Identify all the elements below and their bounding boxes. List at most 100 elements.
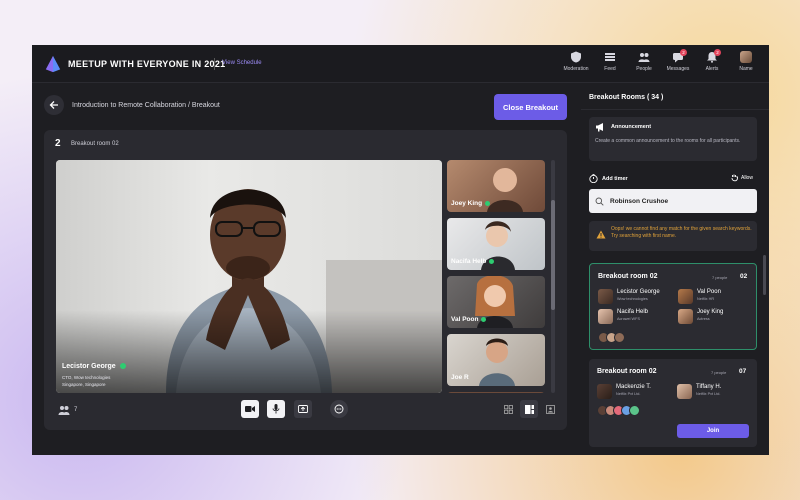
avatar bbox=[678, 309, 693, 324]
thumbnail-name-text: Val Poon bbox=[451, 316, 479, 323]
member-name: Joey King bbox=[697, 309, 724, 315]
warning-text: Oops! we cannot find any match for the g… bbox=[611, 226, 752, 239]
nav-feed[interactable]: Feed bbox=[595, 51, 625, 72]
room-number: 2 bbox=[55, 138, 61, 149]
close-breakout-button[interactable]: Close Breakout bbox=[494, 94, 567, 120]
thumbnail-tile[interactable]: Joe R bbox=[447, 334, 545, 386]
grid-view-button[interactable] bbox=[499, 400, 517, 418]
presenter-icon bbox=[545, 404, 555, 414]
divider bbox=[214, 58, 215, 70]
announcement-text: Create a common announcement to the room… bbox=[595, 138, 741, 144]
no-match-warning: Oops! we cannot find any match for the g… bbox=[589, 221, 757, 251]
nav-profile[interactable]: Name bbox=[731, 51, 761, 72]
share-screen-button[interactable] bbox=[294, 400, 312, 418]
participant-count-value: 7 bbox=[74, 407, 78, 413]
search-field[interactable] bbox=[589, 189, 757, 213]
room-card-title: Breakout room 02 bbox=[597, 368, 657, 375]
main-video[interactable]: Lecistor George CTO, Wow technologies Si… bbox=[56, 160, 442, 393]
nav-people[interactable]: People bbox=[629, 51, 659, 72]
thumbnail-tile[interactable]: Val Poon bbox=[447, 276, 545, 328]
nav-moderation[interactable]: Moderation bbox=[561, 51, 591, 72]
add-timer-label: Add timer bbox=[602, 175, 628, 182]
speaker-name: Lecistor George bbox=[62, 363, 126, 370]
top-navigation: Moderation Feed People 2 Messages 2 Aler… bbox=[561, 49, 761, 72]
fullscreen-view-button[interactable] bbox=[541, 400, 559, 418]
grid-icon bbox=[503, 404, 513, 414]
nav-label: Feed bbox=[604, 66, 616, 72]
room-card[interactable]: Breakout room 02 7 people 02 Lecistor Ge… bbox=[589, 263, 757, 350]
nav-messages[interactable]: 2 Messages bbox=[663, 49, 693, 72]
participant-count[interactable]: 7 bbox=[58, 405, 77, 415]
announcement-title: Announcement bbox=[611, 124, 652, 130]
thumbnail-name: Nacifa Helb bbox=[451, 258, 495, 265]
people-icon bbox=[58, 406, 70, 415]
app-window: MEETUP WITH EVERYONE IN 2021 View Schedu… bbox=[32, 45, 769, 455]
alerts-badge: 2 bbox=[714, 49, 721, 56]
shield-icon bbox=[571, 51, 581, 63]
back-button[interactable] bbox=[44, 95, 64, 115]
speaking-indicator-icon bbox=[489, 258, 495, 264]
speaker-view-button[interactable] bbox=[520, 400, 538, 418]
member-name: Lecistor George bbox=[617, 289, 660, 295]
member-name: Val Poon bbox=[697, 289, 721, 295]
megaphone-icon bbox=[596, 123, 603, 132]
member-name: Mackenzie T. bbox=[616, 384, 651, 390]
avatar bbox=[678, 289, 693, 304]
thumbnail-name: Val Poon bbox=[451, 316, 487, 323]
member-company: Actress bbox=[697, 317, 710, 321]
join-button[interactable]: Join bbox=[677, 424, 749, 438]
member-company: Netflix Pvt Ltd. bbox=[696, 392, 721, 396]
video-camera-icon bbox=[245, 406, 255, 412]
thumbnail-tile[interactable] bbox=[447, 392, 545, 393]
chat-button[interactable] bbox=[330, 400, 348, 418]
search-input[interactable] bbox=[610, 197, 750, 205]
sidebar-title: Breakout Rooms ( 34 ) bbox=[589, 94, 664, 101]
sidebar-scrollbar[interactable] bbox=[763, 255, 766, 295]
avatar bbox=[598, 289, 613, 304]
room-member: Nacifa Helb Acrowel WFS bbox=[598, 309, 648, 324]
speaker-location: Singapore, Singapore bbox=[62, 381, 106, 387]
room-people-count: 7 people bbox=[711, 370, 727, 375]
member-company: Netflix HR bbox=[697, 297, 715, 301]
avatar bbox=[740, 51, 752, 63]
room-card[interactable]: Breakout room 02 7 people 07 Mackenzie T… bbox=[589, 359, 757, 447]
allow-toggle[interactable]: Allow bbox=[731, 174, 753, 182]
microphone-button[interactable] bbox=[267, 400, 285, 418]
avatar bbox=[598, 309, 613, 324]
nav-alerts[interactable]: 2 Alerts bbox=[697, 49, 727, 72]
room-member: Mackenzie T. Netflix Pvt Ltd. bbox=[597, 384, 651, 399]
scrollbar-thumb[interactable] bbox=[551, 200, 555, 310]
room-card-title: Breakout room 02 bbox=[598, 273, 658, 280]
nav-label: Alerts bbox=[705, 66, 719, 72]
room-member: Tiffany H. Netflix Pvt Ltd. bbox=[677, 384, 721, 399]
divider bbox=[581, 109, 769, 110]
announcement-card[interactable]: Announcement Create a common announcemen… bbox=[589, 117, 757, 161]
room-avatar-stack bbox=[598, 332, 625, 343]
room-member: Lecistor George Wow technologies bbox=[598, 289, 660, 304]
room-member: Val Poon Netflix HR bbox=[678, 289, 721, 304]
thumbnail-tile[interactable]: Joey King bbox=[447, 160, 545, 212]
thumbnails-scrollbar[interactable] bbox=[551, 160, 555, 393]
avatar bbox=[597, 384, 612, 399]
messages-badge: 2 bbox=[680, 49, 687, 56]
thumbnail-name-text: Joe R bbox=[451, 374, 469, 381]
avatar bbox=[677, 384, 692, 399]
hand-icon bbox=[731, 174, 738, 182]
add-timer-button[interactable]: Add timer bbox=[589, 174, 628, 183]
feed-icon bbox=[605, 53, 615, 61]
thumbnail-tile[interactable]: Nacifa Helb bbox=[447, 218, 545, 270]
layout-icon bbox=[524, 404, 534, 414]
speaking-indicator-icon bbox=[481, 316, 487, 322]
video-panel: 2 Breakout room 02 Lecistor George CTO, … bbox=[44, 130, 567, 430]
member-company: Acrowel WFS bbox=[617, 317, 640, 321]
people-icon bbox=[638, 53, 650, 62]
nav-label: Name bbox=[739, 66, 753, 72]
speaker-name-text: Lecistor George bbox=[62, 363, 116, 370]
share-screen-icon bbox=[298, 404, 308, 413]
breakout-sidebar: Breakout Rooms ( 34 ) Announcement Creat… bbox=[581, 83, 769, 455]
chat-icon bbox=[334, 404, 344, 414]
camera-button[interactable] bbox=[241, 400, 259, 418]
view-schedule-link[interactable]: View Schedule bbox=[222, 60, 262, 66]
microphone-icon bbox=[272, 404, 280, 414]
breadcrumb: Introduction to Remote Collaboration / B… bbox=[72, 102, 220, 109]
